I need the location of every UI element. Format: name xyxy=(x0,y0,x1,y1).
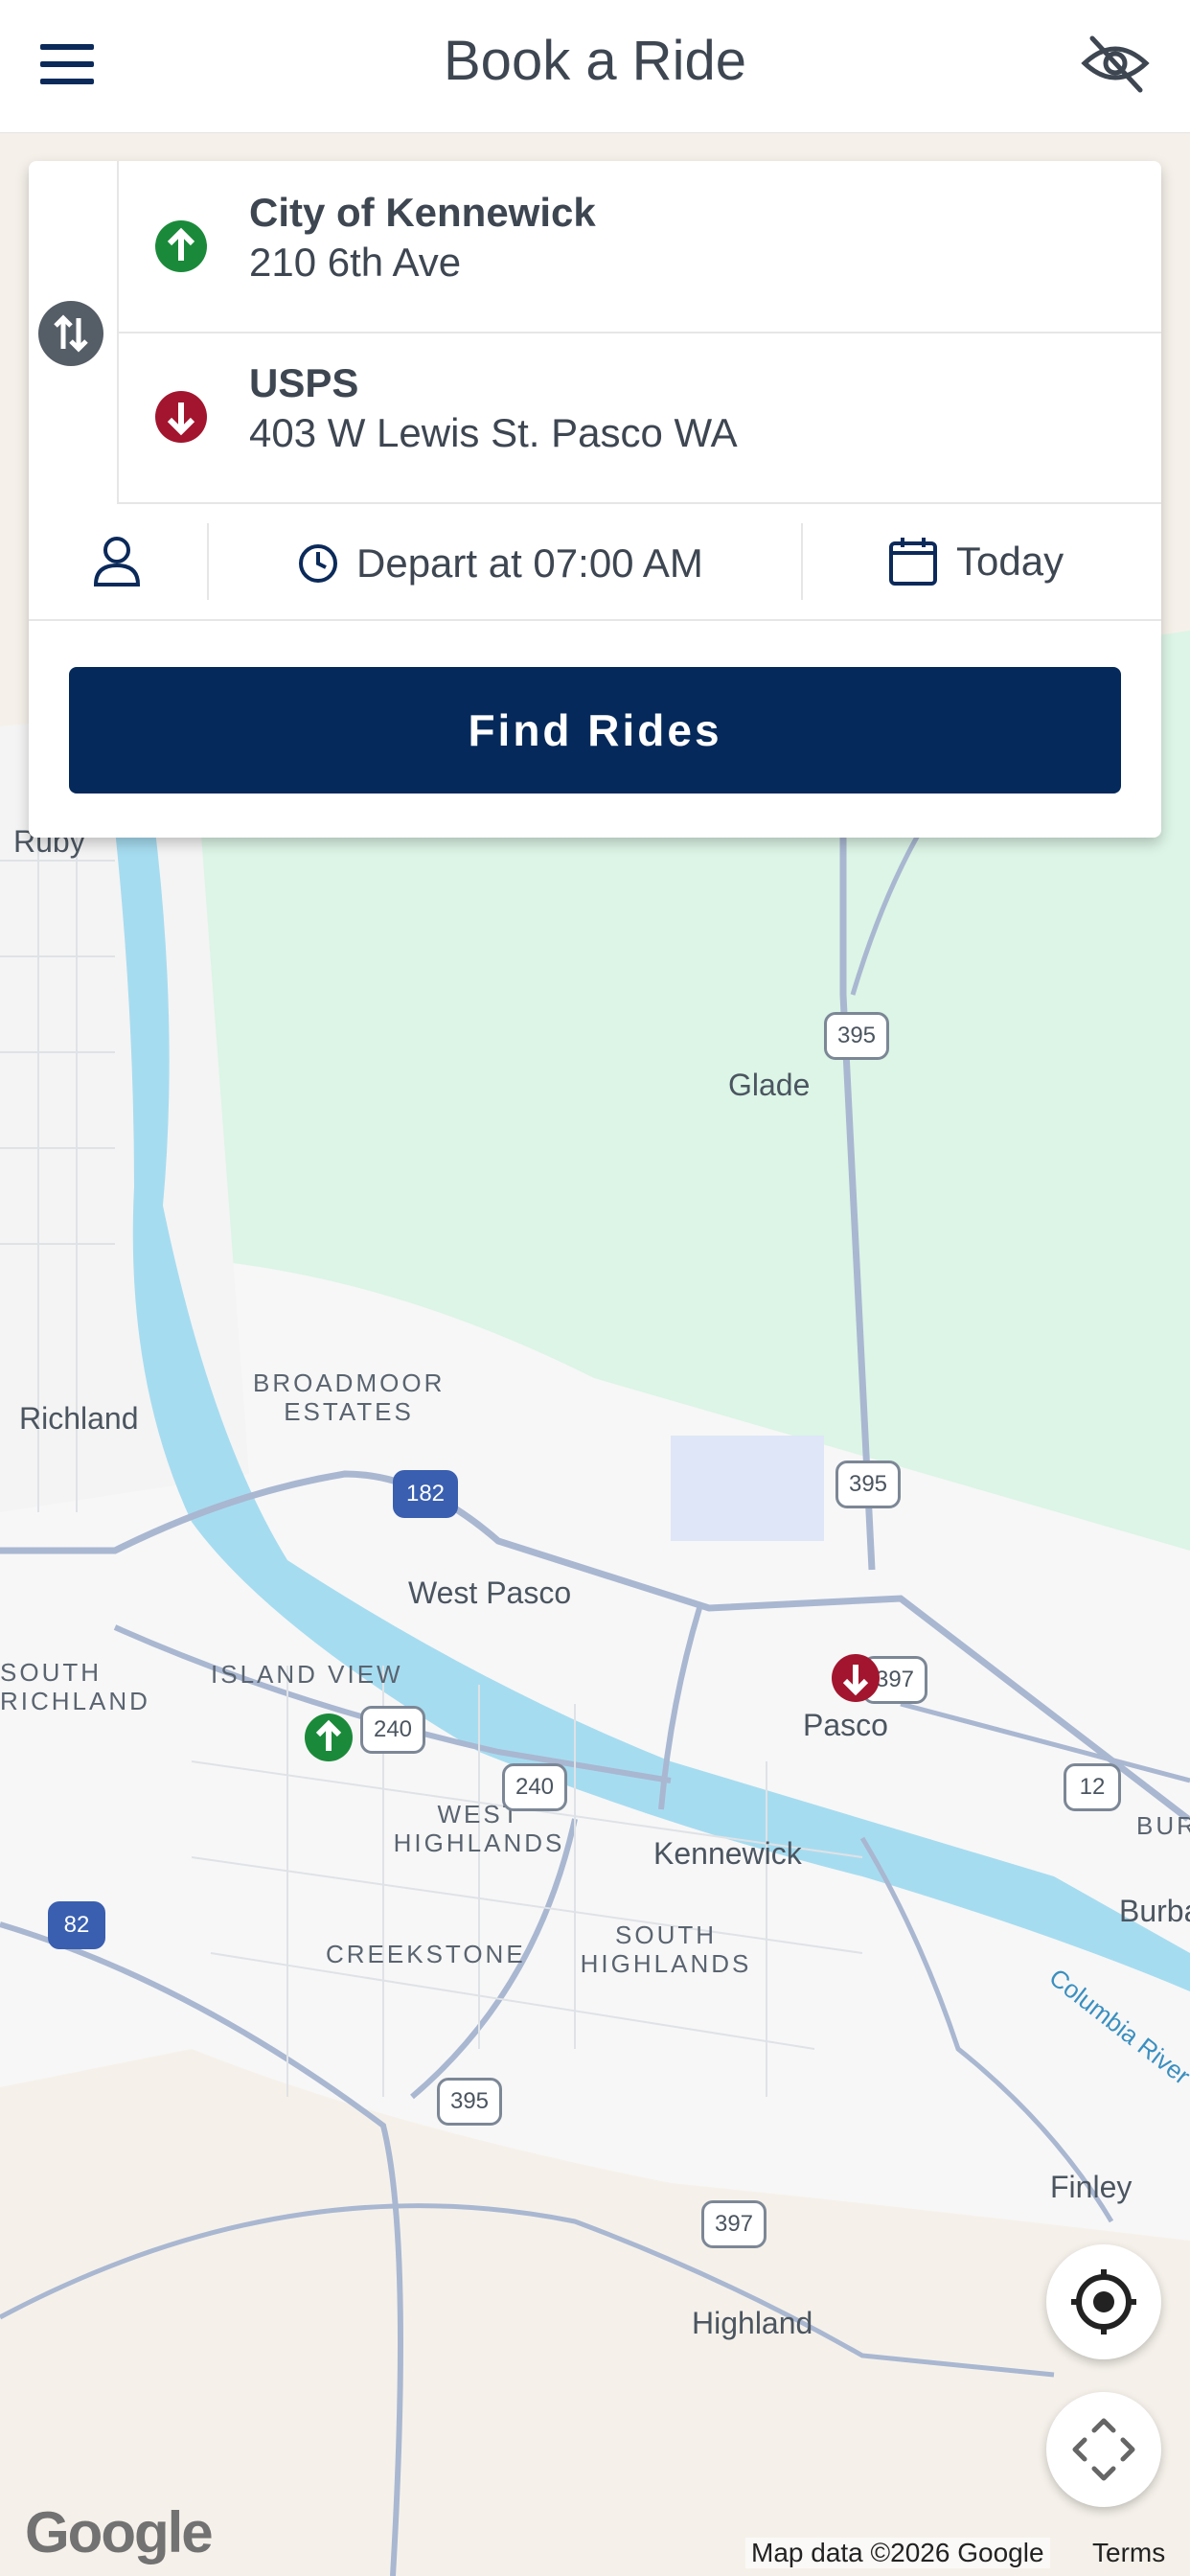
map-place-label: Pasco xyxy=(803,1708,888,1742)
depart-time-label: Depart at 07:00 AM xyxy=(356,540,703,586)
map-place-label: ISLAND VIEW xyxy=(211,1660,403,1689)
map-place-label: BURBANK HEIGHTS xyxy=(1136,1811,1190,1840)
map-attribution: Map data ©2026 Google xyxy=(745,2538,1050,2568)
swap-column xyxy=(29,161,119,502)
map-place-label: Richland xyxy=(19,1401,139,1436)
origin-address: 210 6th Ave xyxy=(249,240,462,285)
origin-name: City of Kennewick xyxy=(249,190,596,235)
destination-name: USPS xyxy=(249,360,359,405)
trip-card: City of Kennewick 210 6th Ave USPS 403 W… xyxy=(29,161,1161,838)
date-selector[interactable]: Today xyxy=(887,531,1064,592)
origin-pin-icon xyxy=(155,220,207,272)
map-place-label: Finley xyxy=(1050,2170,1133,2204)
expand-arrows-icon xyxy=(1072,2418,1135,2481)
origin-map-marker-icon[interactable] xyxy=(305,1714,353,1761)
recenter-map-button[interactable] xyxy=(1046,2392,1161,2507)
clock-icon xyxy=(299,544,337,583)
map-place-label: SOUTH HIGHLANDS xyxy=(580,1920,752,1978)
highway-shield: 12 xyxy=(1064,1763,1121,1811)
calendar-icon xyxy=(889,538,937,586)
terms-link[interactable]: Terms xyxy=(1092,2538,1165,2568)
map-place-label: Glade xyxy=(728,1068,811,1102)
map-place-label: Highland xyxy=(692,2306,813,2340)
divider xyxy=(207,523,209,600)
map-place-label: CREEKSTONE xyxy=(326,1940,526,1968)
map-place-label: Burbank xyxy=(1119,1894,1190,1928)
date-label: Today xyxy=(956,539,1064,584)
trip-options-row: Depart at 07:00 AM Today xyxy=(29,504,1161,621)
highway-shield: 240 xyxy=(360,1706,425,1754)
map-place-label: Kennewick xyxy=(653,1836,802,1871)
destination-field[interactable]: USPS 403 W Lewis St. Pasco WA xyxy=(117,332,1161,504)
app-header: Book a Ride xyxy=(0,0,1190,133)
highway-shield: 397 xyxy=(701,2200,767,2248)
depart-time-selector[interactable]: Depart at 07:00 AM xyxy=(297,535,703,592)
map-place-label: West Pasco xyxy=(408,1576,572,1610)
eye-off-icon[interactable] xyxy=(1079,31,1152,96)
destination-address: 403 W Lewis St. Pasco WA xyxy=(249,410,738,455)
highway-shield: 395 xyxy=(437,2078,502,2126)
destination-pin-icon xyxy=(155,391,207,443)
destination-map-marker-icon[interactable] xyxy=(832,1654,880,1702)
interstate-shield: 82 xyxy=(48,1901,105,1949)
crosshair-icon xyxy=(1071,2269,1136,2334)
page-title: Book a Ride xyxy=(444,30,746,92)
interstate-shield: 182 xyxy=(393,1470,458,1518)
swap-locations-icon[interactable] xyxy=(38,301,103,366)
google-logo: Google xyxy=(25,2500,214,2564)
highway-shield: 395 xyxy=(835,1460,901,1508)
rider-icon[interactable] xyxy=(86,531,148,592)
map-place-label: BROADMOOR ESTATES xyxy=(253,1368,446,1426)
origin-field[interactable]: City of Kennewick 210 6th Ave xyxy=(117,161,1161,334)
find-rides-button[interactable]: Find Rides xyxy=(69,667,1121,794)
highway-shield: 240 xyxy=(502,1763,567,1811)
divider xyxy=(801,523,803,600)
highway-shield: 395 xyxy=(824,1012,889,1060)
my-location-button[interactable] xyxy=(1046,2244,1161,2359)
map-place-label: SOUTH RICHLAND xyxy=(0,1658,150,1715)
